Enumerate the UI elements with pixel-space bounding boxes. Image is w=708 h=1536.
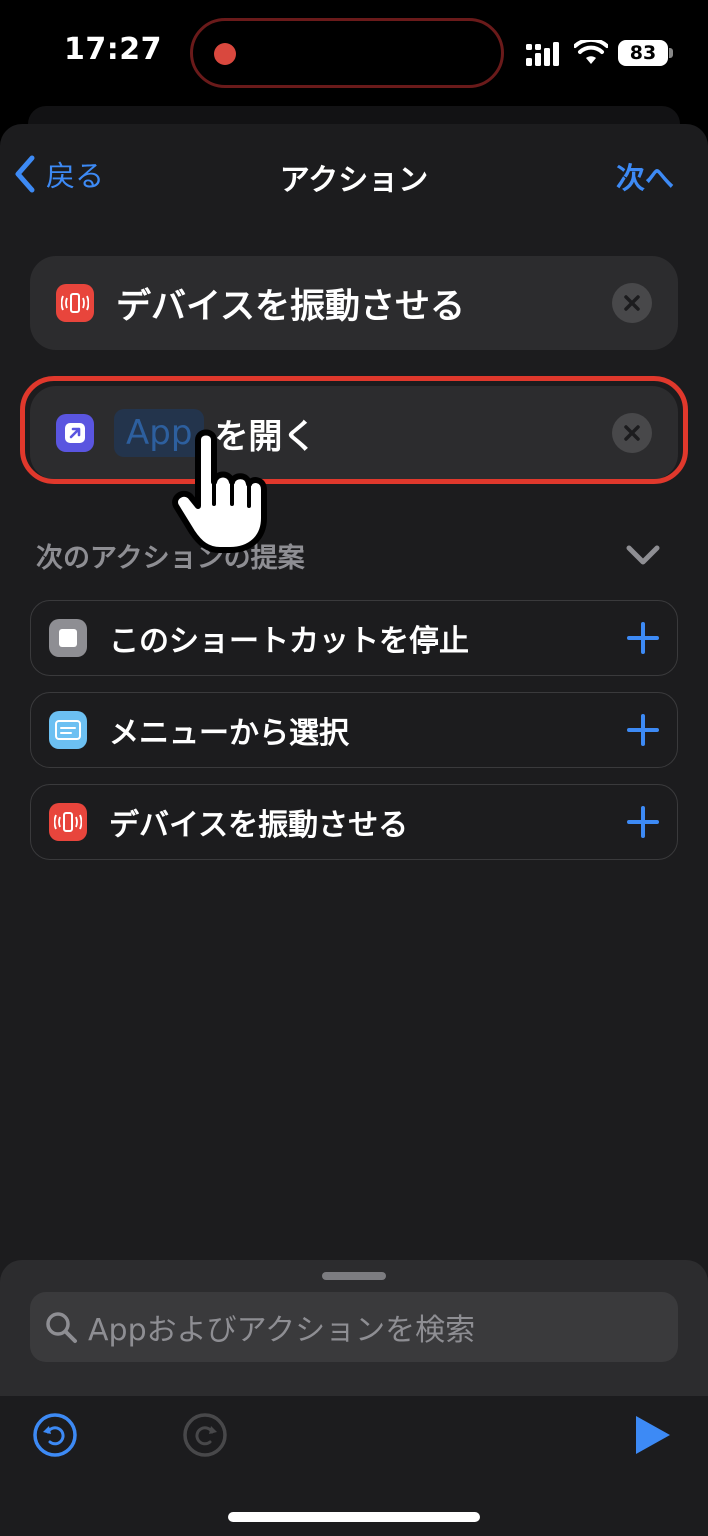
play-icon[interactable] [630,1412,674,1458]
vibrate-icon [56,284,94,322]
battery-tip [669,48,673,58]
highlight-outline [20,376,688,484]
plus-icon[interactable] [627,622,659,654]
action-card-vibrate[interactable]: デバイスを振動させる [30,256,678,350]
action-label: デバイスを振動させる [116,286,465,327]
suggestion-item-stop-shortcut[interactable]: このショートカットを停止 [30,600,678,676]
remove-action-button[interactable] [612,283,652,323]
suggestion-item-vibrate[interactable]: デバイスを振動させる [30,784,678,860]
plus-icon[interactable] [627,806,659,838]
suggestion-label: メニューから選択 [109,716,349,751]
page-title: アクション [279,163,429,198]
cellular-signal-icon [526,42,559,66]
battery-indicator: 83 [618,40,668,66]
suggestion-label: デバイスを振動させる [109,808,409,843]
vibrate-icon [49,803,87,841]
home-indicator [228,1512,480,1522]
next-button[interactable]: 次へ [616,155,674,197]
chevron-down-icon[interactable] [624,540,662,570]
close-icon [624,295,640,311]
dynamic-island [190,18,504,88]
redo-icon[interactable] [182,1412,228,1458]
menu-icon [49,711,87,749]
status-time: 17:27 [64,32,162,67]
suggestion-item-choose-from-menu[interactable]: メニューから選択 [30,692,678,768]
search-icon [46,1312,77,1343]
stop-icon [49,619,87,657]
search-placeholder: Appおよびアクションを検索 [88,1313,476,1348]
search-input[interactable]: Appおよびアクションを検索 [30,1292,678,1362]
recording-indicator-icon [214,43,236,65]
plus-icon[interactable] [627,714,659,746]
undo-icon[interactable] [32,1412,78,1458]
wifi-icon [574,40,608,64]
suggestion-label: このショートカットを停止 [109,624,469,659]
drag-handle[interactable] [322,1272,386,1280]
pointing-hand-icon [172,429,267,553]
